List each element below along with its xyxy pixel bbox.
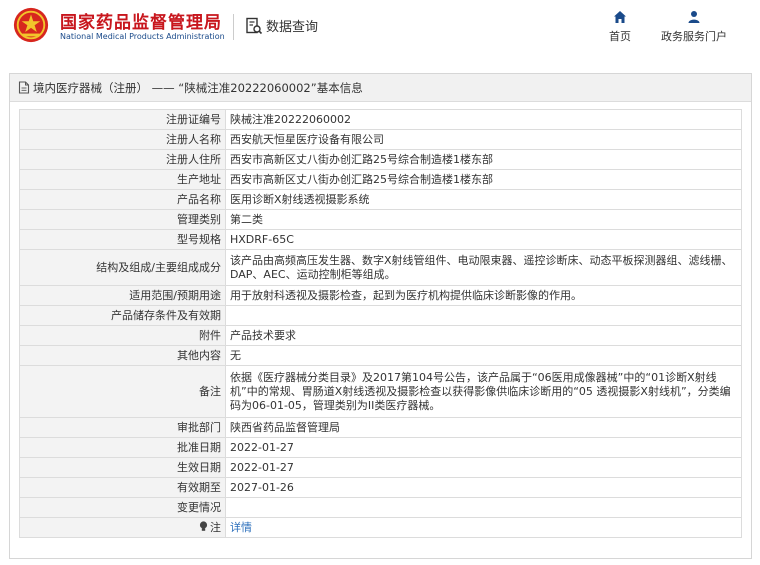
field-value: 产品技术要求 <box>225 325 742 346</box>
field-label: 批准日期 <box>19 437 226 458</box>
table-row: 备注 依据《医疗器械分类目录》及2017第104号公告，该产品属于“06医用成像器… <box>19 365 742 418</box>
site-header: 国家药品监督管理局 National Medical Products Admi… <box>0 0 760 62</box>
field-label: 管理类别 <box>19 209 226 230</box>
table-row: 有效期至 2027-01-26 <box>19 477 742 498</box>
field-label: 生产地址 <box>19 169 226 190</box>
field-label: 附件 <box>19 325 226 346</box>
field-label: 注册人名称 <box>19 129 226 150</box>
field-label: 备注 <box>19 365 226 418</box>
field-label: 变更情况 <box>19 497 226 518</box>
document-icon <box>18 81 30 94</box>
field-label: 适用范围/预期用途 <box>19 285 226 306</box>
field-value: 该产品由高频高压发生器、数字X射线管组件、电动限束器、遥控诊断床、动态平板探测器… <box>225 249 742 286</box>
basic-info-panel: 境内医疗器械（注册） —— “陕械注准20222060002”基本信息 注册证编… <box>9 73 752 559</box>
field-value: 依据《医疗器械分类目录》及2017第104号公告，该产品属于“06医用成像器械”… <box>225 365 742 418</box>
table-row: 适用范围/预期用途 用于放射科透视及摄影检查，起到为医疗机构提供临床诊断影像的作用… <box>19 285 742 306</box>
field-value: 2022-01-27 <box>225 437 742 458</box>
note-label-cell: 注 <box>19 517 226 538</box>
table-row: 产品储存条件及有效期 <box>19 305 742 326</box>
field-label: 注册人住所 <box>19 149 226 170</box>
national-emblem-icon <box>13 7 49 43</box>
field-value: 第二类 <box>225 209 742 230</box>
field-value: 西安航天恒星医疗设备有限公司 <box>225 129 742 150</box>
info-table: 注册证编号 陕械注准20222060002 注册人名称 西安航天恒星医疗设备有限公司注… <box>19 109 742 538</box>
field-value: 医用诊断X射线透视摄影系统 <box>225 189 742 210</box>
data-query-label: 数据查询 <box>266 20 319 35</box>
field-label: 产品储存条件及有效期 <box>19 305 226 326</box>
table-row: 批准日期 2022-01-27 <box>19 437 742 458</box>
header-divider <box>233 14 234 40</box>
field-value: 西安市高新区丈八街办创汇路25号综合制造楼1楼东部 <box>225 169 742 190</box>
home-icon <box>614 11 626 23</box>
field-value <box>225 305 742 326</box>
field-label: 审批部门 <box>19 417 226 438</box>
field-label: 有效期至 <box>19 477 226 498</box>
field-value: 陕械注准20222060002 <box>225 109 742 130</box>
details-link[interactable]: 详情 <box>230 521 252 534</box>
nav-home-label: 首页 <box>609 30 631 43</box>
field-value: HXDRF-65C <box>225 229 742 250</box>
user-icon <box>688 11 700 23</box>
panel-title-bar: 境内医疗器械（注册） —— “陕械注准20222060002”基本信息 <box>10 74 751 102</box>
field-label: 型号规格 <box>19 229 226 250</box>
nav-service-portal-label: 政务服务门户 <box>661 30 727 43</box>
site-subtitle: National Medical Products Administration <box>60 32 225 41</box>
field-label: 其他内容 <box>19 345 226 366</box>
field-value <box>225 497 742 518</box>
field-label: 产品名称 <box>19 189 226 210</box>
note-value-cell: 详情 <box>225 517 742 538</box>
data-query-link[interactable]: 数据查询 <box>245 16 318 35</box>
table-row: 生产地址 西安市高新区丈八街办创汇路25号综合制造楼1楼东部 <box>19 169 742 190</box>
field-value: 2027-01-26 <box>225 477 742 498</box>
field-label: 结构及组成/主要组成成分 <box>19 249 226 286</box>
field-value: 2022-01-27 <box>225 457 742 478</box>
table-row: 管理类别 第二类 <box>19 209 742 230</box>
table-row: 生效日期 2022-01-27 <box>19 457 742 478</box>
table-row: 变更情况 <box>19 497 742 518</box>
panel-title: 境内医疗器械（注册） —— “陕械注准20222060002”基本信息 <box>33 80 363 95</box>
site-title[interactable]: 国家药品监督管理局 <box>60 8 222 33</box>
table-row: 注册人名称 西安航天恒星医疗设备有限公司 <box>19 129 742 150</box>
field-value: 西安市高新区丈八街办创汇路25号综合制造楼1楼东部 <box>225 149 742 170</box>
field-label: 生效日期 <box>19 457 226 478</box>
field-value: 无 <box>225 345 742 366</box>
table-row: 其他内容无 <box>19 345 742 366</box>
note-label: 注 <box>210 520 221 534</box>
note-row: 注详情 <box>19 517 742 538</box>
table-row: 注册证编号 陕械注准20222060002 <box>19 109 742 130</box>
table-row: 产品名称 医用诊断X射线透视摄影系统 <box>19 189 742 210</box>
table-row: 审批部门 陕西省药品监督管理局 <box>19 417 742 438</box>
nav-service-portal[interactable]: 政务服务门户 <box>661 10 727 44</box>
table-row: 注册人住所 西安市高新区丈八街办创汇路25号综合制造楼1楼东部 <box>19 149 742 170</box>
lightbulb-icon <box>199 520 208 531</box>
table-row: 附件 产品技术要求 <box>19 325 742 346</box>
field-value: 用于放射科透视及摄影检查，起到为医疗机构提供临床诊断影像的作用。 <box>225 285 742 306</box>
table-row: 结构及组成/主要组成成分 该产品由高频高压发生器、数字X射线管组件、电动限束器、遥… <box>19 249 742 286</box>
field-value: 陕西省药品监督管理局 <box>225 417 742 438</box>
field-label: 注册证编号 <box>19 109 226 130</box>
document-search-icon <box>246 17 263 34</box>
nav-home[interactable]: 首页 <box>609 10 631 44</box>
table-row: 型号规格 HXDRF-65C <box>19 229 742 250</box>
